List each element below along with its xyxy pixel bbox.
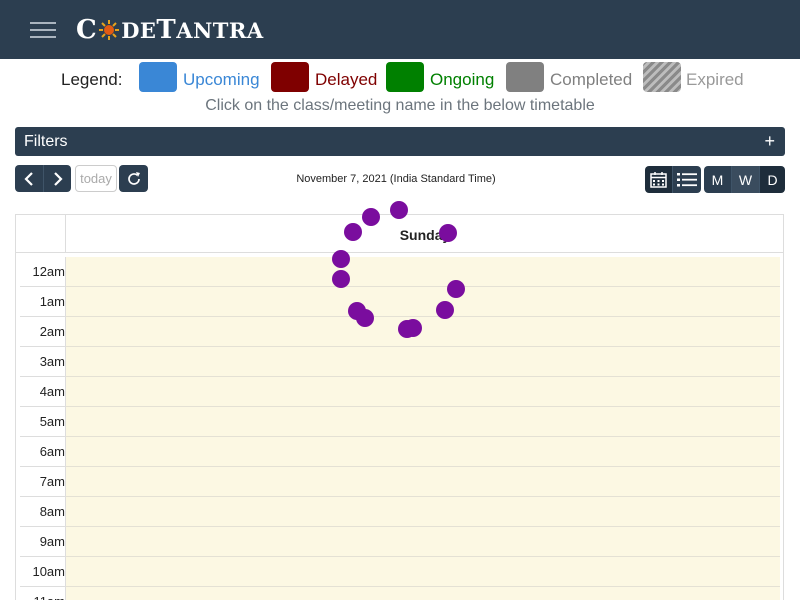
time-row: 8am bbox=[20, 497, 780, 527]
time-slot[interactable] bbox=[65, 317, 780, 347]
time-row: 3am bbox=[20, 347, 780, 377]
calendar-icon bbox=[650, 172, 667, 188]
time-row: 1am bbox=[20, 287, 780, 317]
time-slot[interactable] bbox=[65, 497, 780, 527]
time-label: 7am bbox=[39, 474, 65, 489]
legend-ongoing: Ongoing bbox=[430, 70, 495, 89]
swatch-completed bbox=[506, 62, 544, 92]
top-navbar: C DE T ANTRA bbox=[0, 0, 800, 59]
time-row: 11am bbox=[20, 587, 780, 600]
week-view-button[interactable]: W bbox=[731, 166, 759, 193]
logo-letter-t: T bbox=[156, 15, 177, 45]
legend-delayed: Delayed bbox=[315, 70, 378, 89]
calendar-view-button[interactable] bbox=[645, 166, 672, 193]
time-label: 1am bbox=[39, 294, 65, 309]
day-view-button[interactable]: D bbox=[759, 166, 785, 193]
time-row: 9am bbox=[20, 527, 780, 557]
time-row: 6am bbox=[20, 437, 780, 467]
time-slot[interactable] bbox=[65, 467, 780, 497]
time-slot[interactable] bbox=[65, 347, 780, 377]
list-icon bbox=[677, 172, 697, 186]
swatch-ongoing bbox=[386, 62, 424, 92]
time-label: 8am bbox=[39, 504, 65, 519]
timetable-hint: Click on the class/meeting name in the b… bbox=[205, 97, 595, 114]
time-label: 3am bbox=[39, 354, 65, 369]
time-row: 5am bbox=[20, 407, 780, 437]
time-slot[interactable] bbox=[65, 287, 780, 317]
logo-text-antra: ANTRA bbox=[176, 17, 264, 43]
time-slot[interactable] bbox=[65, 437, 780, 467]
plus-icon[interactable]: + bbox=[764, 131, 775, 152]
time-slot[interactable] bbox=[65, 527, 780, 557]
legend-upcoming: Upcoming bbox=[183, 70, 260, 89]
logo-text-de: DE bbox=[121, 17, 157, 43]
time-label: 6am bbox=[39, 444, 65, 459]
filters-bar[interactable]: Filters + bbox=[15, 127, 785, 156]
swatch-delayed bbox=[271, 62, 309, 92]
time-axis-header bbox=[16, 215, 66, 252]
sun-icon bbox=[99, 20, 120, 40]
filters-title: Filters bbox=[24, 133, 68, 150]
swatch-upcoming bbox=[139, 62, 177, 92]
time-row: 7am bbox=[20, 467, 780, 497]
time-slot[interactable] bbox=[65, 557, 780, 587]
menu-icon[interactable] bbox=[30, 20, 56, 40]
time-label: 11am bbox=[20, 587, 65, 600]
swatch-expired bbox=[643, 62, 681, 92]
time-label: 5am bbox=[39, 414, 65, 429]
time-slot[interactable] bbox=[65, 377, 780, 407]
time-label: 2am bbox=[39, 324, 65, 339]
time-label: 10am bbox=[32, 564, 65, 579]
time-row: 2am bbox=[20, 317, 780, 347]
time-label: 12am bbox=[32, 264, 65, 279]
month-view-button[interactable]: M bbox=[704, 166, 731, 193]
legend-label: Legend: bbox=[61, 70, 123, 89]
time-row: 4am bbox=[20, 377, 780, 407]
time-slot[interactable] bbox=[65, 587, 780, 600]
time-row: 10am bbox=[20, 557, 780, 587]
legend: Legend: Upcoming Delayed Ongoing Complet… bbox=[0, 62, 800, 94]
legend-completed: Completed bbox=[550, 70, 633, 89]
legend-expired: Expired bbox=[686, 70, 744, 89]
brand-logo[interactable]: C DE T ANTRA bbox=[76, 14, 264, 46]
calendar-header: Sunday bbox=[16, 215, 783, 253]
time-slot[interactable] bbox=[65, 407, 780, 437]
calendar-timetable: Sunday 12am 1am 2am 3am 4am 5am 6am 7am … bbox=[15, 214, 784, 600]
time-slot[interactable] bbox=[65, 257, 780, 287]
time-label: 9am bbox=[39, 534, 65, 549]
time-label: 4am bbox=[39, 384, 65, 399]
day-column-header: Sunday bbox=[399, 227, 451, 243]
list-view-button[interactable] bbox=[672, 166, 701, 193]
time-row: 12am bbox=[20, 257, 780, 287]
logo-letter-c: C bbox=[76, 15, 98, 45]
